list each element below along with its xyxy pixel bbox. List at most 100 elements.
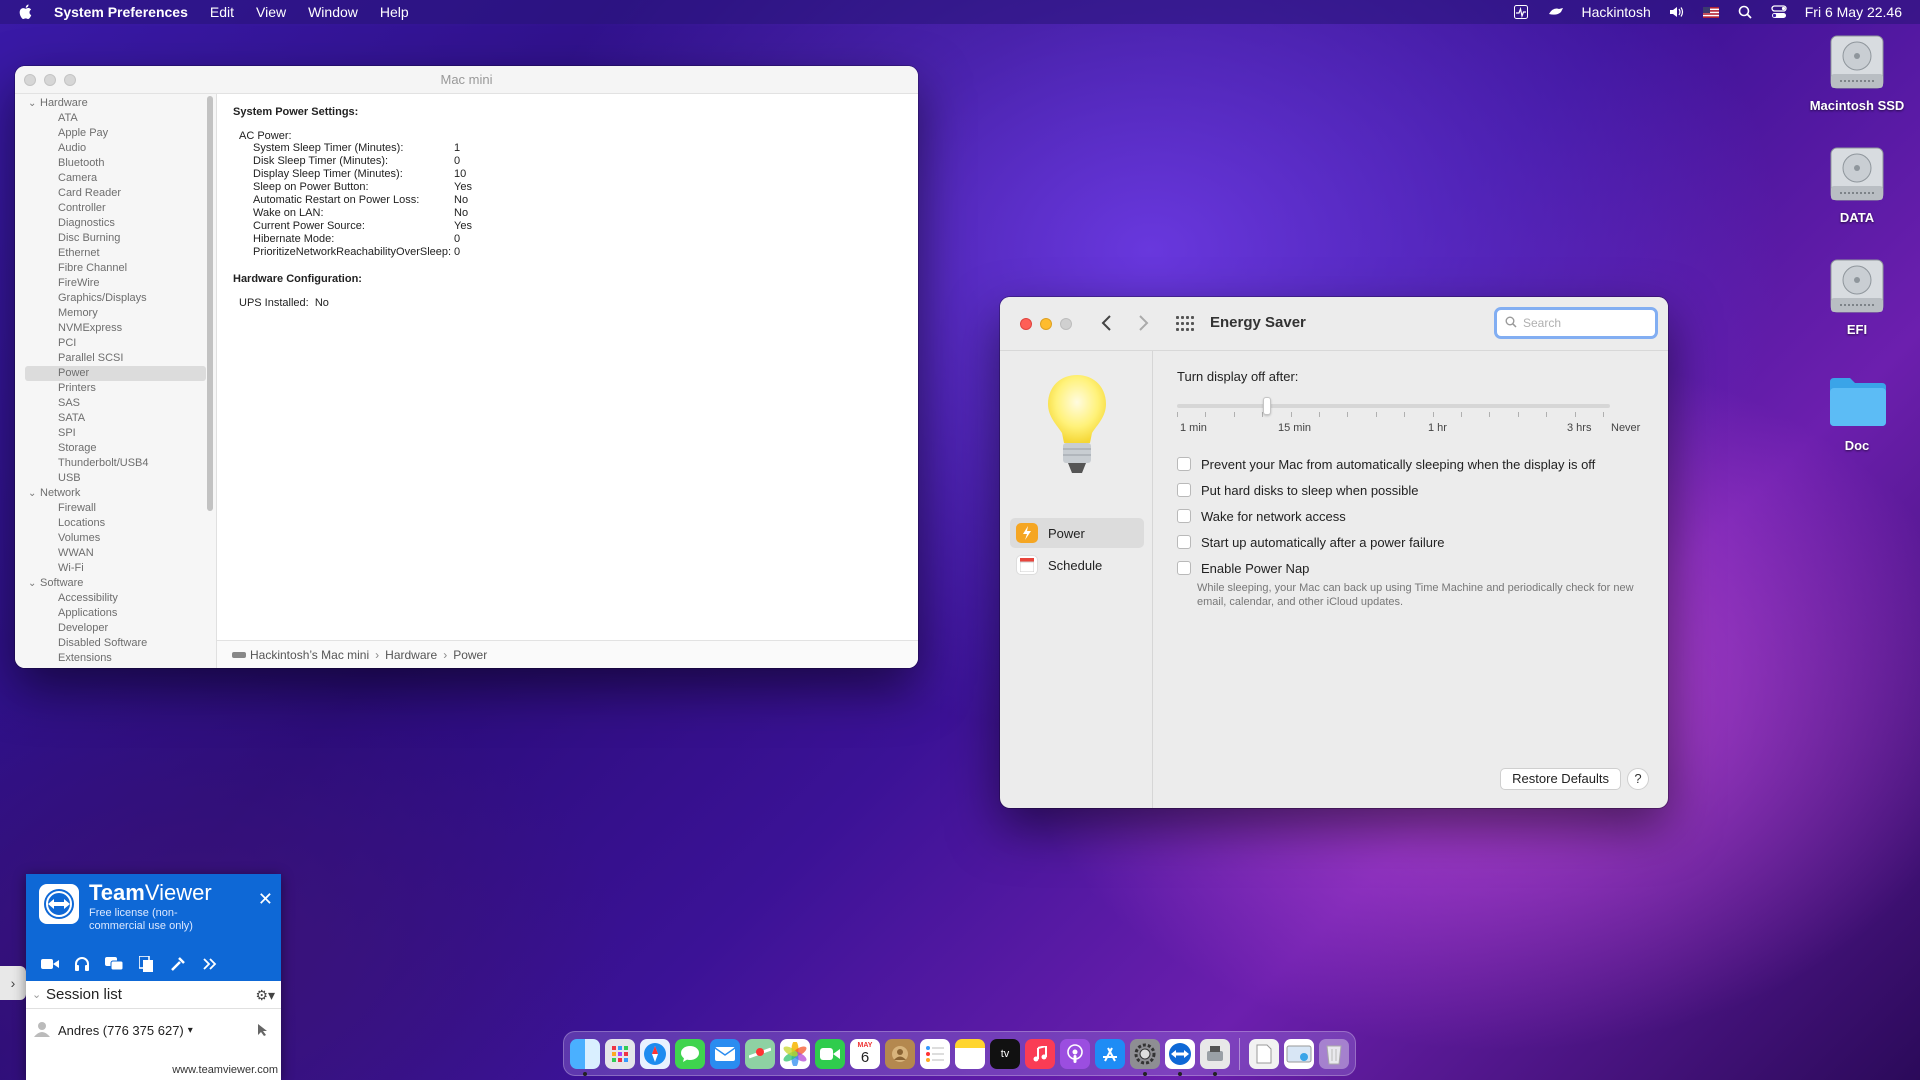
maps-icon[interactable] [745, 1038, 775, 1069]
screenshot-folder-icon[interactable] [1284, 1038, 1314, 1069]
search-field[interactable] [1494, 307, 1658, 339]
apple-tv-icon[interactable]: tv [990, 1038, 1020, 1069]
window-titlebar[interactable]: Mac mini [15, 66, 918, 94]
sidebar-item-extensions[interactable]: Extensions [15, 651, 216, 666]
display-sleep-slider[interactable]: 1 min 15 min 1 hr 3 hrs Never [1177, 394, 1640, 434]
finder-icon[interactable] [570, 1038, 600, 1076]
launchpad-icon[interactable] [605, 1038, 635, 1069]
sidebar-scrollbar[interactable] [207, 96, 213, 511]
sidebar-item-thunderbolt-usb4[interactable]: Thunderbolt/USB4 [15, 456, 216, 471]
close-button[interactable] [24, 74, 36, 86]
sidebar-item-spi[interactable]: SPI [15, 426, 216, 441]
session-list-header[interactable]: ⌄ Session list ⚙▾ [26, 981, 281, 1009]
menu-edit[interactable]: Edit [210, 4, 234, 20]
sidebar-item-card-reader[interactable]: Card Reader [15, 186, 216, 201]
menu-view[interactable]: View [256, 4, 286, 20]
facetime-icon[interactable] [815, 1038, 845, 1069]
files-icon[interactable] [136, 955, 156, 973]
activity-monitor-icon[interactable] [1513, 5, 1529, 19]
menu-clock[interactable]: Fri 6 May 22.46 [1805, 4, 1902, 20]
session-user-row[interactable]: Andres (776 375 627) ▾ [26, 1015, 281, 1045]
sidebar-item-parallel-scsi[interactable]: Parallel SCSI [15, 351, 216, 366]
sidebar-item-memory[interactable]: Memory [15, 306, 216, 321]
menu-app-name[interactable]: System Preferences [54, 4, 188, 20]
video-icon[interactable] [40, 955, 60, 973]
checkbox[interactable] [1177, 483, 1191, 497]
calendar-app-icon[interactable]: MAY 6 [850, 1038, 880, 1069]
checkbox[interactable] [1177, 509, 1191, 523]
checkbox-label[interactable]: Wake for network access [1201, 509, 1346, 524]
sidebar-item-developer[interactable]: Developer [15, 621, 216, 636]
volume-icon[interactable] [1669, 5, 1685, 19]
option-checkbox-row[interactable]: Enable Power Nap [1177, 555, 1648, 581]
sidebar-item-camera[interactable]: Camera [15, 171, 216, 186]
path-item[interactable]: Power [453, 641, 487, 669]
checkbox-label[interactable]: Prevent your Mac from automatically slee… [1201, 457, 1595, 472]
checkbox[interactable] [1177, 457, 1191, 471]
tree-group-network[interactable]: ⌄ Network [15, 486, 216, 501]
input-source-flag-icon[interactable] [1702, 5, 1719, 19]
sidebar-item-sas[interactable]: SAS [15, 396, 216, 411]
option-checkbox-row[interactable]: Put hard disks to sleep when possible [1177, 477, 1648, 503]
search-input[interactable] [1523, 316, 1643, 330]
sidebar-item-disc-burning[interactable]: Disc Burning [15, 231, 216, 246]
chevron-down-icon[interactable]: ▾ [188, 1025, 193, 1036]
sidebar-item-apple-pay[interactable]: Apple Pay [15, 126, 216, 141]
checkbox[interactable] [1177, 535, 1191, 549]
menu-help[interactable]: Help [380, 4, 409, 20]
sidebar-item-firewire[interactable]: FireWire [15, 276, 216, 291]
teamviewer-expand-tab[interactable]: › [0, 966, 26, 1000]
sidebar-item-disabled-software[interactable]: Disabled Software [15, 636, 216, 651]
zoom-button[interactable] [64, 74, 76, 86]
sidebar-item-power[interactable]: Power [25, 366, 206, 381]
sidebar-item-wwan[interactable]: WWAN [15, 546, 216, 561]
zoom-button[interactable] [1060, 318, 1072, 330]
sidebar-item-volumes[interactable]: Volumes [15, 531, 216, 546]
headset-icon[interactable] [72, 955, 92, 973]
desktop-icon-efi[interactable]: EFI [1797, 258, 1917, 337]
desktop-icon-doc[interactable]: Doc [1797, 374, 1917, 453]
checkbox[interactable] [1177, 561, 1191, 575]
chevron-down-icon[interactable]: ⌄ [28, 486, 40, 501]
slider-knob[interactable] [1263, 397, 1271, 415]
slider-track[interactable] [1177, 404, 1610, 408]
checkbox-label[interactable]: Enable Power Nap [1201, 561, 1309, 576]
contacts-icon[interactable] [885, 1038, 915, 1069]
pane-item-schedule[interactable]: Schedule [1010, 550, 1144, 580]
option-checkbox-row[interactable]: Wake for network access [1177, 503, 1648, 529]
desktop-icon-macintosh-ssd[interactable]: Macintosh SSD [1797, 34, 1917, 113]
minimize-button[interactable] [1040, 318, 1052, 330]
sidebar-item-pci[interactable]: PCI [15, 336, 216, 351]
chevron-down-icon[interactable]: ⌄ [32, 981, 41, 1009]
system-information-icon[interactable] [1200, 1038, 1230, 1076]
sidebar-item-graphics-displays[interactable]: Graphics/Displays [15, 291, 216, 306]
system-preferences-icon[interactable] [1130, 1038, 1160, 1076]
sidebar-item-bluetooth[interactable]: Bluetooth [15, 156, 216, 171]
menu-window[interactable]: Window [308, 4, 358, 20]
path-item[interactable]: Hackintosh’s Mac mini [250, 641, 369, 669]
remote-control-cursor-icon[interactable] [257, 1023, 269, 1040]
music-icon[interactable] [1025, 1038, 1055, 1069]
more-chevrons-icon[interactable] [200, 955, 220, 973]
tree-group-hardware[interactable]: ⌄ Hardware [15, 96, 216, 111]
sidebar-item-sata[interactable]: SATA [15, 411, 216, 426]
tree-group-software[interactable]: ⌄ Software [15, 576, 216, 591]
checkbox-label[interactable]: Put hard disks to sleep when possible [1201, 483, 1419, 498]
chat-icon[interactable] [104, 955, 124, 973]
checkbox-label[interactable]: Start up automatically after a power fai… [1201, 535, 1445, 550]
mail-icon[interactable] [710, 1038, 740, 1069]
sidebar-item-wi-fi[interactable]: Wi-Fi [15, 561, 216, 576]
photos-icon[interactable] [780, 1038, 810, 1069]
sidebar-item-fibre-channel[interactable]: Fibre Channel [15, 261, 216, 276]
chevron-down-icon[interactable]: ⌄ [28, 576, 40, 591]
messages-icon[interactable] [675, 1038, 705, 1069]
sidebar-item-ata[interactable]: ATA [15, 111, 216, 126]
document-icon[interactable] [1249, 1038, 1279, 1069]
apple-menu-icon[interactable] [18, 4, 38, 20]
control-center-icon[interactable] [1771, 5, 1787, 19]
sidebar-item-ethernet[interactable]: Ethernet [15, 246, 216, 261]
sidebar-item-audio[interactable]: Audio [15, 141, 216, 156]
restore-defaults-button[interactable]: Restore Defaults [1500, 768, 1621, 790]
option-checkbox-row[interactable]: Start up automatically after a power fai… [1177, 529, 1648, 555]
sidebar-item-controller[interactable]: Controller [15, 201, 216, 216]
